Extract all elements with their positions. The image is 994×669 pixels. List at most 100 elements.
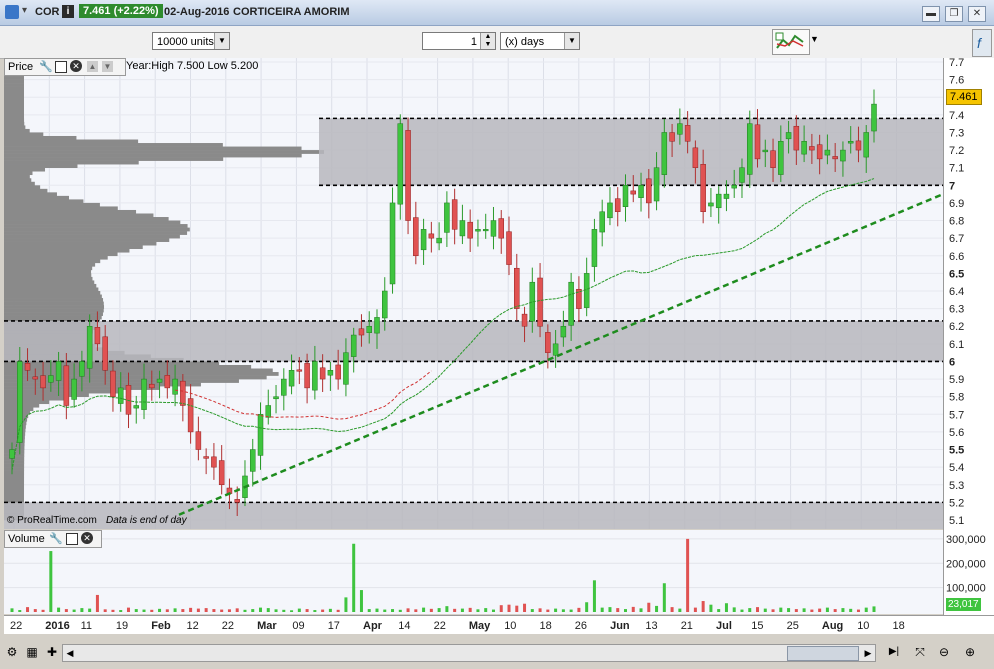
volume-profile-bar	[4, 202, 100, 207]
volume-bar	[856, 609, 860, 612]
volume-profile-bar	[4, 382, 201, 387]
price-tick-label: 7.3	[949, 127, 964, 139]
settings-icon[interactable]: ⚙	[4, 644, 20, 660]
volume-profile-bar	[4, 477, 25, 482]
volume-bar	[608, 607, 612, 612]
price-axis[interactable]: 7.77.67.57.47.37.27.176.96.86.76.66.56.4…	[943, 58, 994, 615]
volume-bar	[810, 609, 814, 612]
zoom-out-icon[interactable]: ⊖	[936, 644, 952, 660]
volume-profile-bar	[4, 192, 57, 197]
volume-bar	[181, 609, 185, 612]
dropdown-arrow-icon[interactable]: ▾	[22, 5, 27, 16]
volume-profile-bar	[4, 150, 324, 154]
info-icon[interactable]: i	[62, 5, 74, 18]
indicators-button[interactable]	[772, 29, 810, 55]
move-down-icon[interactable]: ▼	[102, 61, 113, 72]
volume-panel-label: Volume	[8, 533, 45, 545]
price-zone	[4, 320, 943, 362]
period-spinner[interactable]: 1 ▲ ▼	[422, 32, 496, 50]
candle-body	[451, 199, 458, 230]
volume-chart[interactable]	[4, 530, 943, 614]
zoom-fit-icon[interactable]: ⤧	[912, 644, 928, 660]
volume-profile-bar	[4, 97, 25, 102]
volume-profile-bar	[4, 209, 137, 214]
candle-body	[475, 229, 481, 232]
volume-bar	[577, 607, 581, 612]
price-panel[interactable]: Price 🔧 ✕ ▲ ▼ Year:High 7.500 Low 5.200 …	[4, 58, 943, 529]
side-panel-toggle[interactable]: f	[972, 29, 992, 57]
move-up-icon[interactable]: ▲	[87, 61, 98, 72]
layout-icon[interactable]: ▦	[24, 644, 40, 660]
volume-bar	[678, 608, 682, 612]
price-tick-label: 6.5	[949, 268, 964, 280]
price-tick-label: 6.8	[949, 216, 964, 228]
volume-profile-bar	[4, 245, 143, 250]
time-tick-label: 2016	[45, 620, 69, 632]
price-tick-label: 6.9	[949, 198, 964, 210]
close-icon[interactable]: ✕	[81, 532, 93, 544]
volume-profile-bar	[4, 164, 78, 168]
volume-panel[interactable]: Volume 🔧 ✕	[4, 530, 943, 614]
price-chart[interactable]	[4, 58, 943, 529]
window-menu-icon[interactable]	[5, 5, 19, 19]
add-icon[interactable]: ✚	[44, 644, 60, 660]
volume-profile-bar	[4, 467, 25, 471]
candle-body	[133, 405, 140, 409]
minimize-button[interactable]: ▬	[922, 6, 940, 22]
volume-profile-bar	[4, 146, 302, 151]
candle-body	[739, 167, 745, 183]
wrench-icon[interactable]: 🔧	[49, 531, 63, 547]
close-button[interactable]: ✕	[968, 6, 986, 22]
volume-profile-bar	[4, 446, 25, 450]
candle-body	[622, 185, 629, 207]
volume-profile-bar	[4, 171, 33, 176]
candle-body	[397, 123, 404, 205]
volume-profile-bar	[4, 463, 25, 468]
volume-profile-bar	[4, 213, 154, 218]
candle-body	[319, 367, 326, 380]
candle-body	[708, 202, 714, 207]
volume-profile-bar	[4, 93, 25, 98]
window-icon[interactable]	[66, 533, 78, 545]
volume-profile-bar	[4, 83, 25, 87]
scroll-end-icon[interactable]: ▶|	[886, 644, 902, 660]
volume-bar	[158, 608, 162, 612]
units-select[interactable]: 10000 units ▼	[152, 32, 230, 50]
zoom-in-icon[interactable]: ⊕	[962, 644, 978, 660]
volume-bar	[336, 609, 340, 612]
scrollbar-thumb[interactable]	[787, 646, 859, 661]
scroll-right-icon[interactable]: ▶	[861, 645, 875, 661]
time-tick-label: 18	[540, 620, 552, 632]
volume-profile-bar	[4, 241, 157, 246]
volume-profile-bar	[4, 143, 223, 147]
volume-bar	[103, 609, 107, 612]
chevron-down-icon[interactable]: ▼	[810, 34, 819, 44]
maximize-button[interactable]: ❐	[945, 6, 963, 22]
scroll-left-icon[interactable]: ◀	[63, 645, 77, 661]
price-change-badge: 7.461 (+2.22%)	[79, 4, 163, 18]
volume-profile-bar	[4, 298, 104, 302]
volume-bar	[825, 607, 829, 612]
period-unit-select[interactable]: (x) days ▼	[500, 32, 580, 50]
window-icon[interactable]	[55, 61, 67, 73]
candle-body	[296, 369, 303, 372]
volume-profile-bar	[4, 259, 101, 264]
volume-bar	[709, 604, 713, 612]
time-axis[interactable]: 22 2016 11 19 Feb 12 22 Mar 09 17 Apr 14 22 May 10 18 26…	[4, 615, 994, 634]
volume-bar	[655, 605, 659, 612]
volume-bar	[235, 608, 239, 612]
volume-bar	[872, 606, 876, 612]
candle-body	[405, 130, 411, 221]
chevron-down-icon: ▼	[214, 33, 229, 49]
wrench-icon[interactable]: 🔧	[39, 59, 53, 75]
volume-profile-bar	[4, 484, 25, 489]
horizontal-scrollbar[interactable]: ◀ ▶	[62, 644, 876, 662]
candle-body	[218, 460, 225, 486]
candle-body	[382, 290, 388, 319]
close-icon[interactable]: ✕	[70, 60, 82, 72]
volume-bar	[515, 605, 519, 612]
candle-body	[343, 352, 349, 385]
candle-body	[366, 325, 372, 333]
spinner-arrows-icon[interactable]: ▲ ▼	[480, 33, 495, 49]
price-tick-label: 5.8	[949, 392, 964, 404]
